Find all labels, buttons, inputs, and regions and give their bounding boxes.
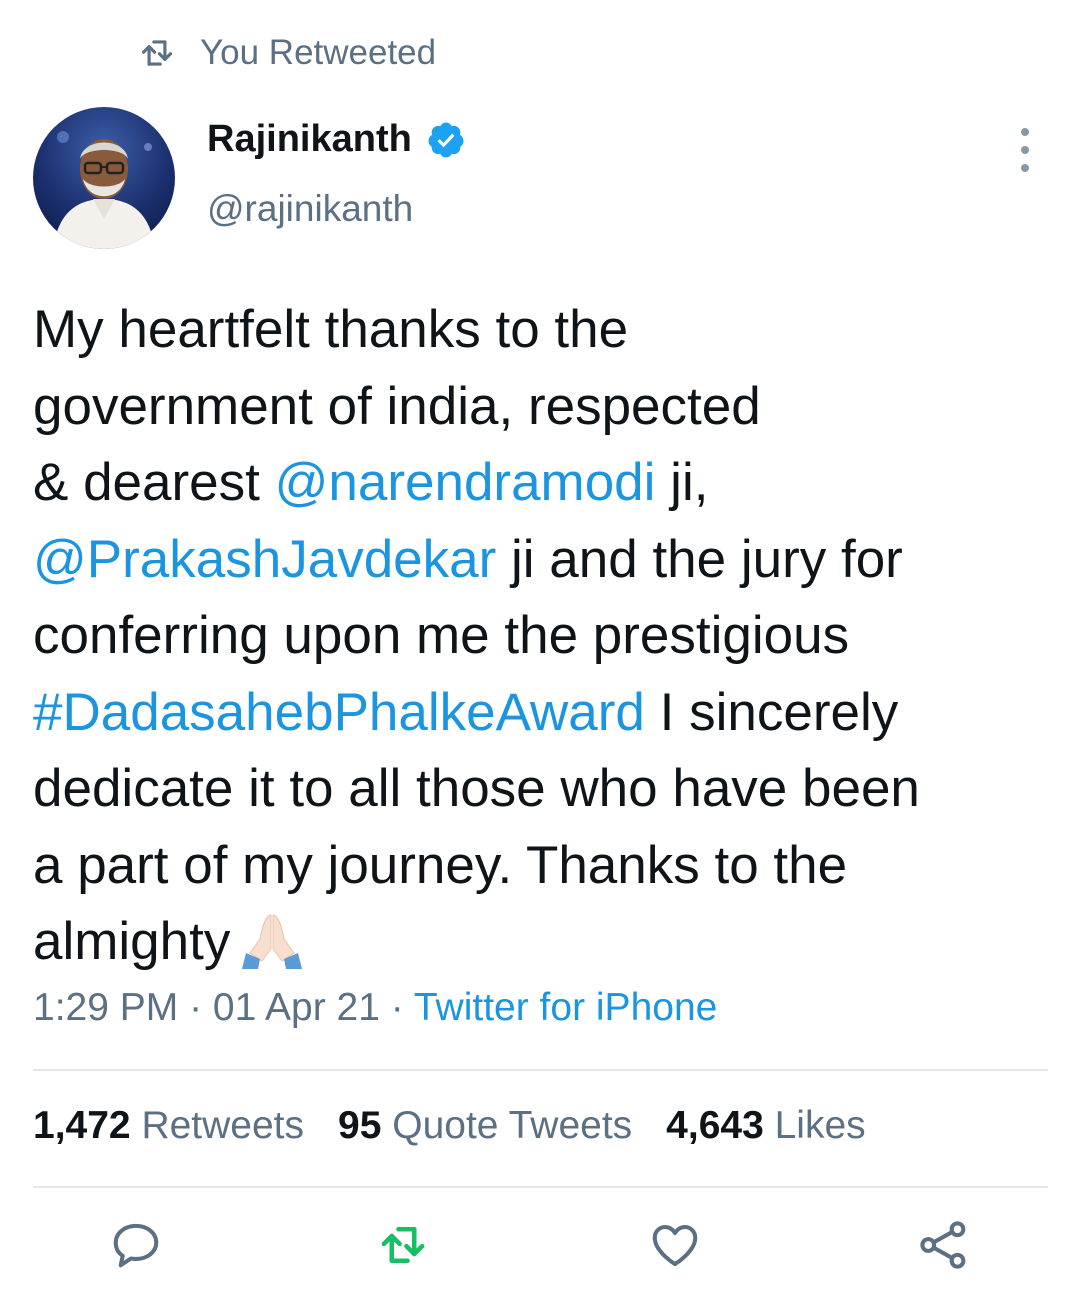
tweet-source-link[interactable]: Twitter for iPhone — [414, 986, 717, 1029]
tweet-stats: 1,472 Retweets 95 Quote Tweets 4,643 Lik… — [33, 1104, 900, 1148]
retweet-context: You Retweeted — [138, 30, 436, 76]
retweet-context-label: You Retweeted — [200, 33, 437, 72]
more-options-icon[interactable] — [1005, 128, 1045, 172]
retweets-stat[interactable]: 1,472 Retweets — [33, 1104, 304, 1148]
reply-button[interactable] — [109, 1218, 163, 1272]
tweet-text: My heartfelt thanks to the government of… — [33, 292, 1053, 981]
quote-tweets-count: 95 — [338, 1104, 382, 1147]
share-icon — [920, 1221, 966, 1269]
author-name-row[interactable]: Rajinikanth — [207, 118, 466, 161]
quote-tweets-stat[interactable]: 95 Quote Tweets — [338, 1104, 632, 1148]
folded-hands-emoji — [242, 914, 303, 969]
tweet-text-part: ji, — [670, 453, 709, 512]
likes-count: 4,643 — [666, 1104, 764, 1147]
like-button[interactable] — [648, 1218, 702, 1272]
quote-tweets-label: Quote Tweets — [381, 1104, 633, 1147]
tweet-metadata: 1:29 PM · 01 Apr 21 · Twitter for iPhone — [33, 986, 717, 1030]
likes-label: Likes — [763, 1104, 866, 1147]
tweet-date: 01 Apr 21 — [212, 986, 380, 1029]
retweet-button[interactable] — [376, 1218, 430, 1272]
mention-prakashjavdekar[interactable]: @PrakashJavdekar — [33, 530, 496, 589]
divider — [33, 1069, 1048, 1071]
retweets-count: 1,472 — [33, 1104, 131, 1147]
separator: · — [178, 986, 213, 1029]
likes-stat[interactable]: 4,643 Likes — [666, 1104, 866, 1148]
author-name[interactable]: Rajinikanth — [207, 118, 412, 161]
reply-icon — [113, 1223, 159, 1268]
divider — [33, 1186, 1048, 1188]
profile-avatar[interactable] — [33, 107, 175, 249]
verified-badge-icon — [428, 122, 464, 157]
avatar-image — [53, 131, 155, 249]
tweet-actions-bar — [0, 1218, 1080, 1288]
tweet-time: 1:29 PM — [33, 986, 179, 1029]
retweet-icon — [381, 1227, 425, 1263]
separator: · — [379, 986, 414, 1029]
mention-narendramodi[interactable]: @narendramodi — [275, 453, 656, 512]
heart-icon — [652, 1224, 698, 1267]
share-button[interactable] — [917, 1218, 971, 1272]
author-handle[interactable]: @rajinikanth — [207, 188, 413, 230]
retweets-label: Retweets — [130, 1104, 305, 1147]
retweet-icon — [141, 40, 173, 66]
hashtag-link[interactable]: #DadasahebPhalkeAward — [33, 683, 645, 742]
